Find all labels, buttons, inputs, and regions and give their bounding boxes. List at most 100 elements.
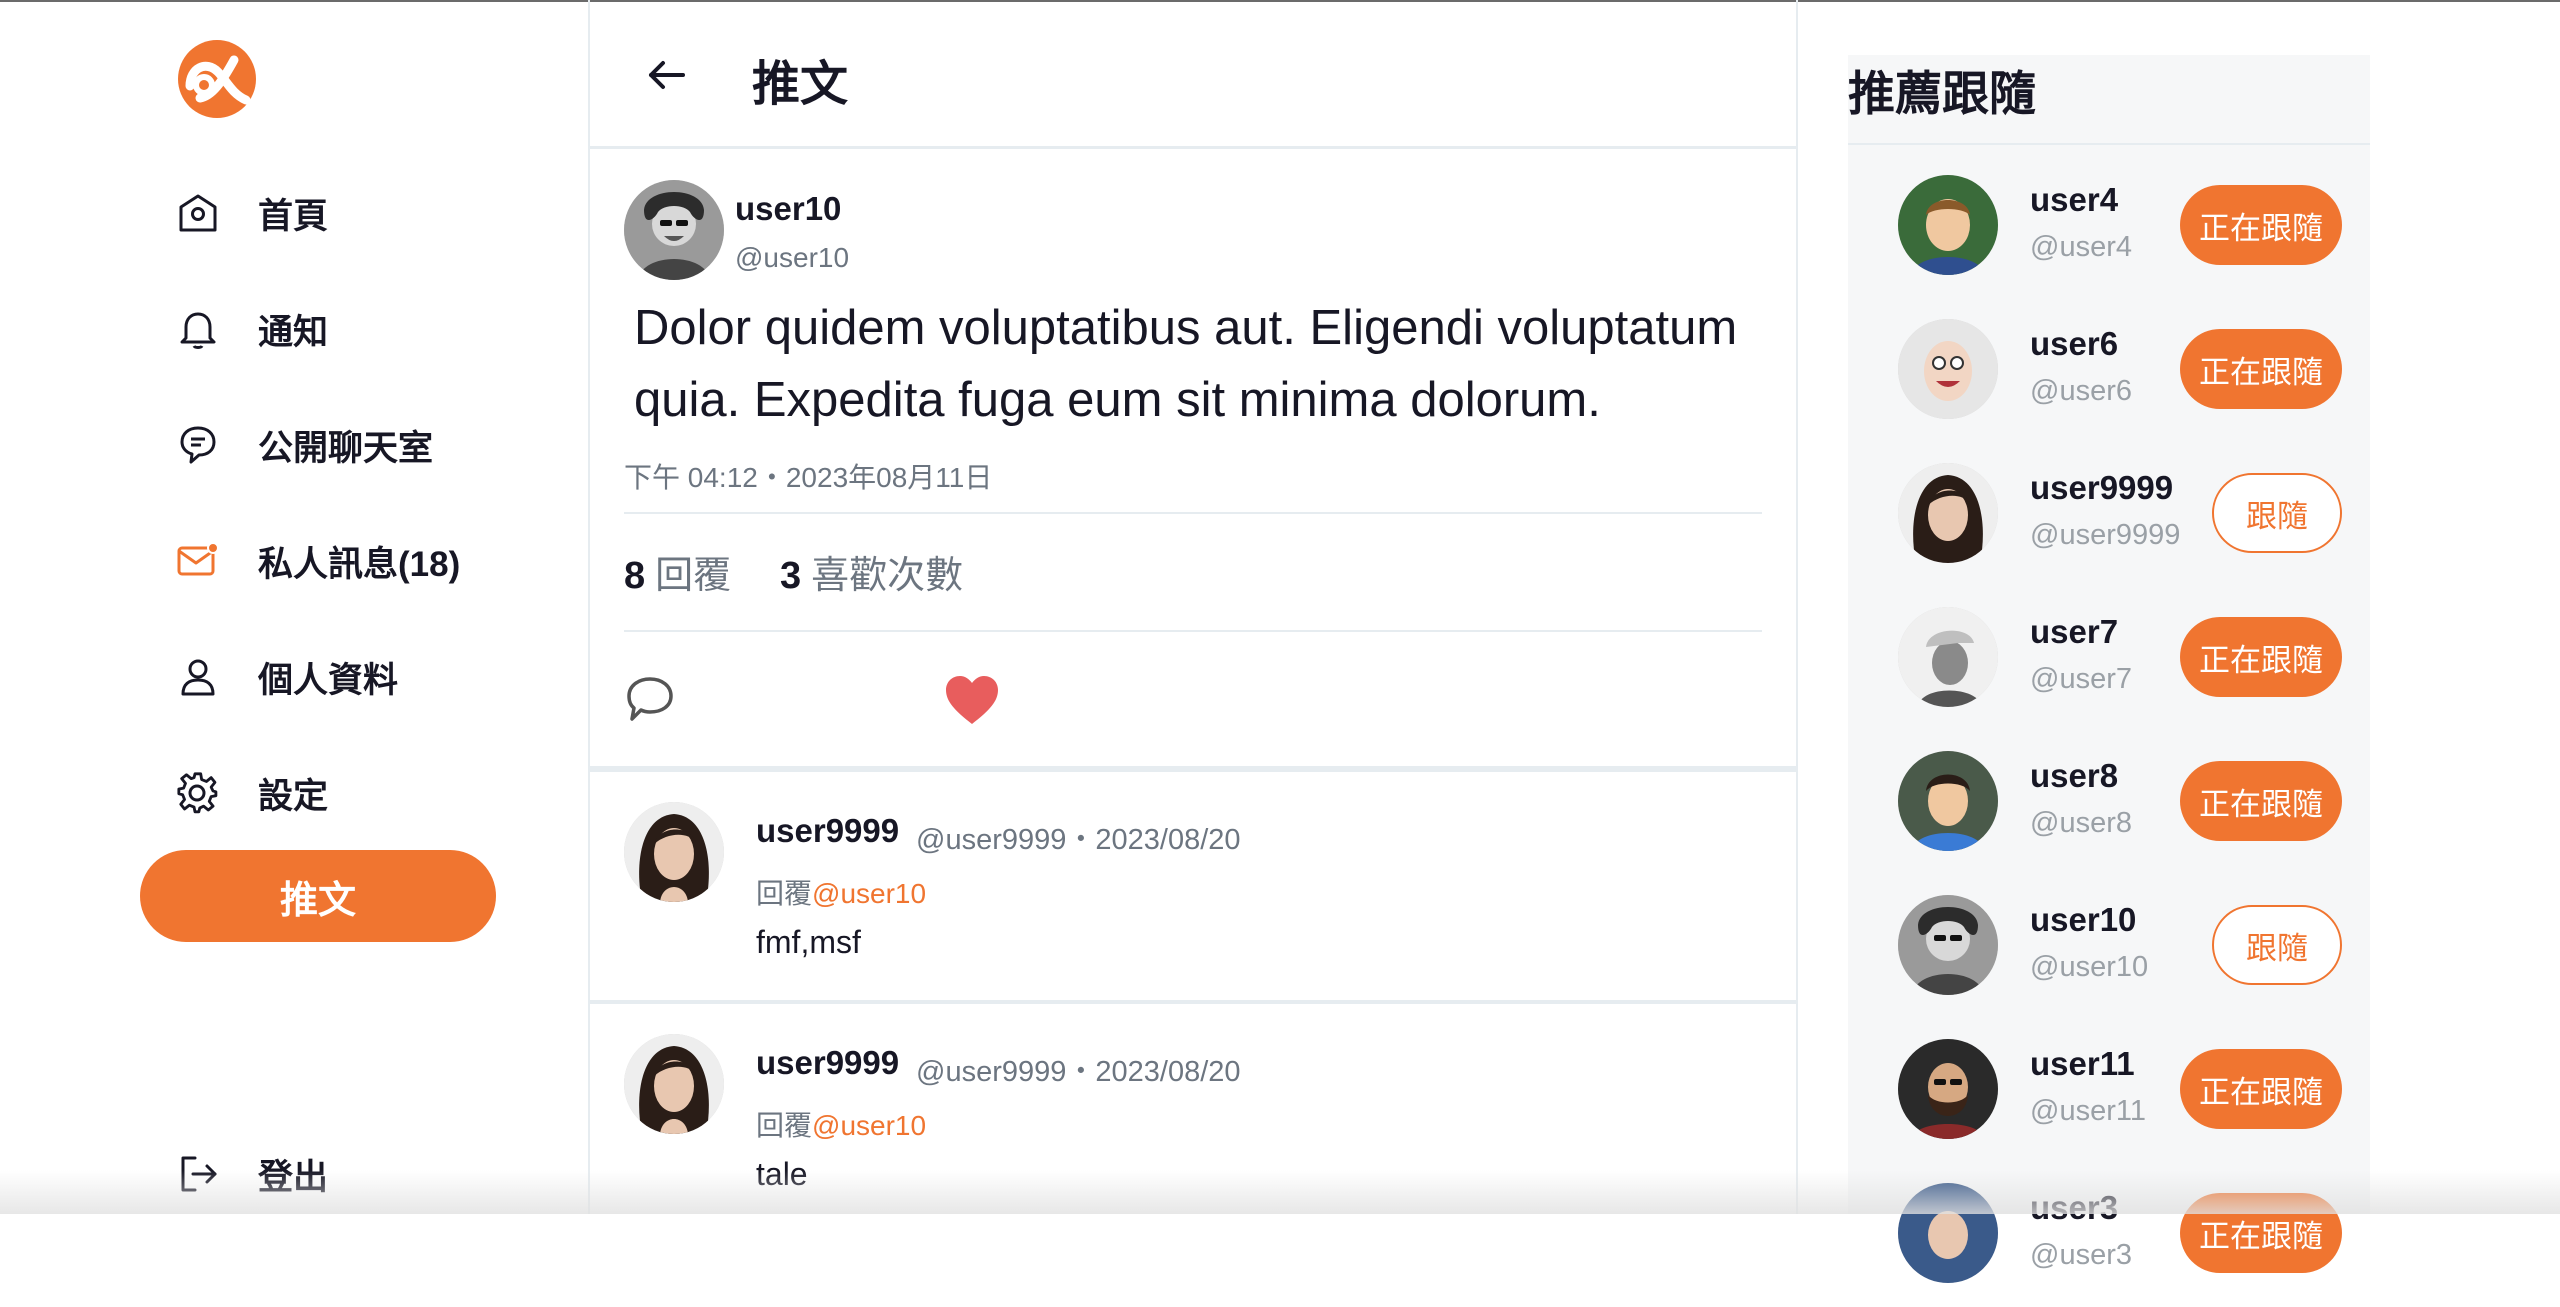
arrow-left-icon: [649, 61, 685, 89]
divider: [1848, 143, 2370, 145]
suggestion-item: user10 @user10 跟隨: [1848, 875, 2370, 1019]
nav-settings[interactable]: 設定: [176, 763, 328, 823]
reply-button[interactable]: [620, 670, 680, 730]
page-title: 推文: [752, 58, 849, 111]
suggestion-item: user7 @user7 正在跟隨: [1848, 587, 2370, 731]
unfollow-button[interactable]: 正在跟隨: [2180, 329, 2342, 409]
suggestion-name[interactable]: user7: [2030, 613, 2118, 651]
unfollow-button[interactable]: 正在跟隨: [2180, 761, 2342, 841]
nav-notifications-label: 通知: [258, 312, 329, 352]
suggestion-handle: @user3: [2030, 1239, 2132, 1271]
unfollow-button[interactable]: 正在跟隨: [2180, 1193, 2342, 1273]
suggestion-name[interactable]: user4: [2030, 181, 2118, 219]
suggestion-handle: @user6: [2030, 375, 2132, 407]
mail-icon: [176, 539, 220, 583]
bell-icon: [176, 307, 220, 351]
suggestion-handle: @user10: [2030, 951, 2149, 983]
suggestion-handle: @user11: [2030, 1095, 2146, 1127]
nav-settings-label: 設定: [258, 776, 329, 816]
like-count: 3 喜歡次數: [780, 555, 964, 597]
post-author-avatar[interactable]: [624, 180, 724, 280]
suggestion-avatar[interactable]: [1898, 607, 1998, 707]
suggestions-panel: 推薦跟隨 user4 @user4 正在跟隨 user6 @user6 正在跟隨…: [1848, 55, 2370, 1283]
suggestion-handle: @user7: [2030, 663, 2132, 695]
divider: [624, 512, 1762, 514]
unfollow-button[interactable]: 正在跟隨: [2180, 185, 2342, 265]
suggestion-name[interactable]: user6: [2030, 325, 2118, 363]
divider: [624, 630, 1762, 632]
follow-button[interactable]: 跟隨: [2212, 905, 2342, 985]
like-button[interactable]: [940, 668, 1004, 732]
chat-icon: [176, 423, 220, 467]
back-button[interactable]: [640, 48, 694, 102]
nav-private-messages[interactable]: 私人訊息(18): [176, 531, 460, 591]
nav-private-messages-label: 私人訊息(18): [258, 544, 461, 584]
suggestions-title: 推薦跟隨: [1848, 67, 2036, 120]
suggestion-avatar[interactable]: [1898, 463, 1998, 563]
suggestion-name[interactable]: user8: [2030, 757, 2118, 795]
reply-avatar[interactable]: [624, 802, 724, 902]
gear-icon: [176, 771, 220, 815]
follow-button[interactable]: 跟隨: [2212, 473, 2342, 553]
unfollow-button[interactable]: 正在跟隨: [2180, 1049, 2342, 1129]
nav-notifications[interactable]: 通知: [176, 299, 328, 359]
nav-public-chat-label: 公開聊天室: [258, 428, 434, 468]
suggestion-name[interactable]: user11: [2030, 1045, 2135, 1083]
suggestion-item: user11 @user11 正在跟隨: [1848, 1019, 2370, 1163]
logout-label: 登出: [258, 1157, 329, 1197]
reply-to: 回覆@user10: [756, 878, 927, 909]
post-body: Dolor quidem voluptatibus aut. Eligendi …: [634, 301, 1738, 427]
sidebar: 首頁 通知 公開聊天室 私人訊息(18) 個人資料 設定 推文 登出: [0, 0, 588, 1214]
post-author-name[interactable]: user10: [735, 190, 841, 228]
reply-item[interactable]: user9999 @user9999・2023/08/20 回覆@user10 …: [590, 772, 1796, 1002]
reply-to-handle-link[interactable]: @user10: [812, 878, 926, 909]
reply-meta: @user9999・2023/08/20: [916, 824, 1241, 856]
logout-button[interactable]: 登出: [176, 1144, 328, 1204]
suggestion-item: user8 @user8 正在跟隨: [1848, 731, 2370, 875]
page-header: 推文: [590, 0, 1796, 149]
nav-profile-label: 個人資料: [258, 660, 399, 700]
right-column-divider: [1796, 0, 1798, 1214]
suggestion-name[interactable]: user3: [2030, 1189, 2118, 1227]
nav-home[interactable]: 首頁: [176, 183, 328, 243]
suggestion-item: user6 @user6 正在跟隨: [1848, 299, 2370, 443]
suggestion-avatar[interactable]: [1898, 1039, 1998, 1139]
logout-icon: [176, 1152, 220, 1196]
suggestion-handle: @user4: [2030, 231, 2132, 263]
suggestion-avatar[interactable]: [1898, 319, 1998, 419]
reply-text: tale: [756, 1156, 808, 1192]
unfollow-button[interactable]: 正在跟隨: [2180, 617, 2342, 697]
suggestion-item: user4 @user4 正在跟隨: [1848, 155, 2370, 299]
nav-profile[interactable]: 個人資料: [176, 647, 398, 707]
suggestion-handle: @user9999: [2030, 519, 2181, 551]
suggestion-item: user9999 @user9999 跟隨: [1848, 443, 2370, 587]
post-author-handle: @user10: [735, 242, 850, 273]
reply-text: fmf,msf: [756, 924, 861, 960]
comment-icon: [627, 677, 673, 721]
post-timestamp: 下午 04:12・2023年08月11日: [624, 462, 993, 493]
tweet-button[interactable]: 推文: [140, 850, 496, 942]
user-icon: [176, 655, 220, 699]
nav-home-label: 首頁: [258, 196, 329, 236]
main-column: 推文 user10 @user10 Dolor quidem voluptati…: [590, 0, 1796, 1214]
reply-item[interactable]: user9999 @user9999・2023/08/20 回覆@user10 …: [590, 1004, 1796, 1234]
reply-meta: @user9999・2023/08/20: [916, 1056, 1241, 1088]
suggestion-avatar[interactable]: [1898, 751, 1998, 851]
suggestion-avatar[interactable]: [1898, 1183, 1998, 1283]
logo-icon[interactable]: [176, 38, 258, 120]
suggestion-name[interactable]: user10: [2030, 901, 2136, 939]
suggestion-handle: @user8: [2030, 807, 2132, 839]
nav-public-chat[interactable]: 公開聊天室: [176, 415, 433, 475]
reply-author-name[interactable]: user9999: [756, 1044, 899, 1082]
suggestion-item: user3 @user3 正在跟隨: [1848, 1163, 2370, 1307]
suggestion-avatar[interactable]: [1898, 895, 1998, 995]
reply-to-handle-link[interactable]: @user10: [812, 1110, 926, 1141]
reply-avatar[interactable]: [624, 1034, 724, 1134]
suggestion-name[interactable]: user9999: [2030, 469, 2173, 507]
heart-icon: [946, 676, 998, 724]
suggestion-avatar[interactable]: [1898, 175, 1998, 275]
home-icon: [176, 191, 220, 235]
reply-to: 回覆@user10: [756, 1110, 927, 1141]
reply-author-name[interactable]: user9999: [756, 812, 899, 850]
reply-count: 8 回覆: [624, 555, 732, 597]
